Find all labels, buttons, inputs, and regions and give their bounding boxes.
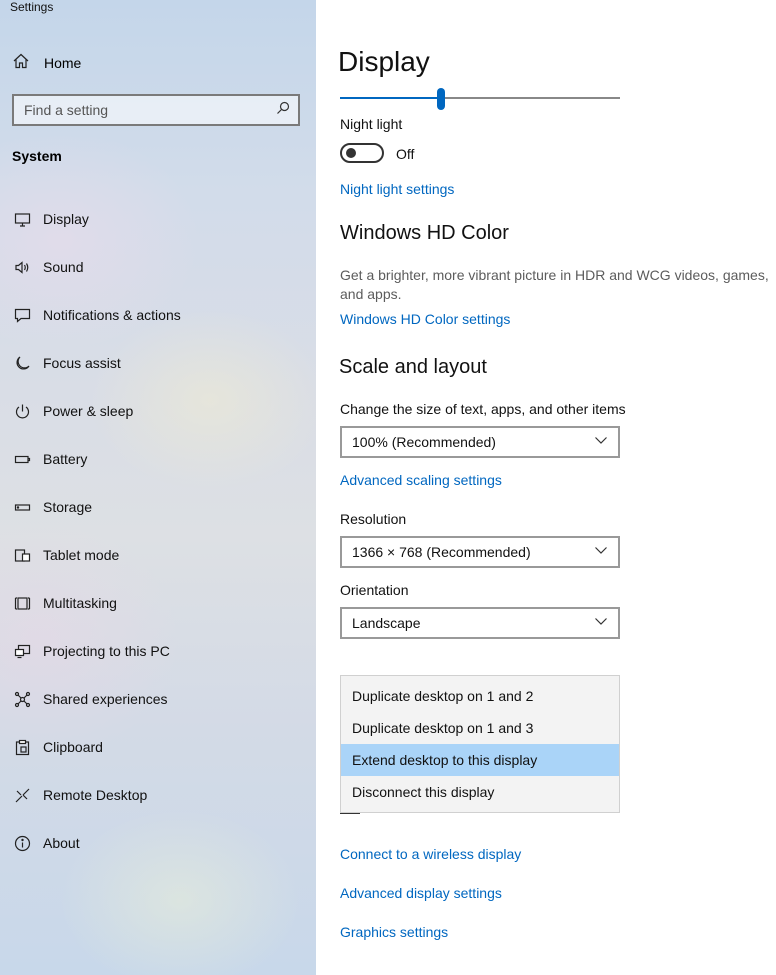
- chevron-down-icon: [594, 433, 608, 452]
- sidebar-item-label: Battery: [43, 451, 88, 467]
- resolution-dropdown-value: 1366 × 768 (Recommended): [352, 544, 531, 560]
- menu-option-extend-desktop[interactable]: Extend desktop to this display: [341, 744, 619, 776]
- section-label: System: [12, 148, 62, 164]
- resolution-label: Resolution: [340, 511, 407, 527]
- info-icon: [12, 833, 32, 853]
- notification-icon: [12, 305, 32, 325]
- sidebar: Settings Home System Display Sound Notif…: [0, 0, 316, 975]
- sidebar-nav: Display Sound Notifications & actions Fo…: [0, 195, 316, 867]
- sidebar-item-focus-assist[interactable]: Focus assist: [0, 339, 316, 387]
- tablet-icon: [12, 545, 32, 565]
- home-label: Home: [44, 55, 82, 71]
- sidebar-item-tablet-mode[interactable]: Tablet mode: [0, 531, 316, 579]
- sidebar-item-shared-experiences[interactable]: Shared experiences: [0, 675, 316, 723]
- graphics-settings-link[interactable]: Graphics settings: [340, 924, 448, 940]
- sidebar-item-projecting[interactable]: Projecting to this PC: [0, 627, 316, 675]
- remote-icon: [12, 785, 32, 805]
- resolution-dropdown[interactable]: 1366 × 768 (Recommended): [340, 536, 620, 568]
- storage-icon: [12, 497, 32, 517]
- orientation-label: Orientation: [340, 582, 409, 598]
- multiple-displays-menu[interactable]: Duplicate desktop on 1 and 2 Duplicate d…: [340, 675, 620, 813]
- sidebar-item-label: Tablet mode: [43, 547, 120, 563]
- sidebar-item-notifications[interactable]: Notifications & actions: [0, 291, 316, 339]
- night-light-settings-link[interactable]: Night light settings: [340, 181, 454, 197]
- sidebar-item-display[interactable]: Display: [0, 195, 316, 243]
- slider-thumb[interactable]: [437, 88, 445, 110]
- power-icon: [12, 401, 32, 421]
- sidebar-item-label: Notifications & actions: [43, 307, 181, 323]
- scale-dropdown[interactable]: 100% (Recommended): [340, 426, 620, 458]
- search-box[interactable]: [12, 94, 300, 126]
- sidebar-item-power-sleep[interactable]: Power & sleep: [0, 387, 316, 435]
- battery-icon: [12, 449, 32, 469]
- scale-layout-heading: Scale and layout: [339, 356, 487, 378]
- advanced-display-settings-link[interactable]: Advanced display settings: [340, 885, 502, 901]
- orientation-dropdown[interactable]: Landscape: [340, 607, 620, 639]
- brightness-slider[interactable]: [340, 88, 620, 110]
- chevron-down-icon: [594, 543, 608, 562]
- advanced-scaling-link[interactable]: Advanced scaling settings: [340, 472, 502, 488]
- home-button[interactable]: Home: [12, 52, 81, 74]
- night-light-toggle[interactable]: [340, 143, 384, 163]
- multitasking-icon: [12, 593, 32, 613]
- moon-icon: [12, 353, 32, 373]
- sidebar-item-label: Focus assist: [43, 355, 121, 371]
- sidebar-item-label: Storage: [43, 499, 93, 515]
- sidebar-item-label: Shared experiences: [43, 691, 168, 707]
- home-icon: [12, 52, 30, 75]
- menu-option-duplicate-1-3[interactable]: Duplicate desktop on 1 and 3: [341, 712, 619, 744]
- sidebar-item-storage[interactable]: Storage: [0, 483, 316, 531]
- sidebar-item-label: About: [43, 835, 80, 851]
- sidebar-item-sound[interactable]: Sound: [0, 243, 316, 291]
- sidebar-item-label: Display: [43, 211, 89, 227]
- menu-option-duplicate-1-2[interactable]: Duplicate desktop on 1 and 2: [341, 680, 619, 712]
- slider-track-filled: [340, 97, 441, 99]
- hd-color-settings-link[interactable]: Windows HD Color settings: [340, 311, 510, 327]
- speaker-icon: [12, 257, 32, 277]
- sidebar-item-remote-desktop[interactable]: Remote Desktop: [0, 771, 316, 819]
- hd-color-heading: Windows HD Color: [340, 222, 509, 244]
- scale-dropdown-value: 100% (Recommended): [352, 434, 496, 450]
- sidebar-item-label: Multitasking: [43, 595, 117, 611]
- night-light-label: Night light: [340, 116, 403, 132]
- search-icon[interactable]: [276, 101, 290, 120]
- night-light-state: Off: [396, 146, 415, 162]
- main-panel: Display Night light Off Night light sett…: [316, 0, 776, 975]
- window-title: Settings: [10, 0, 54, 14]
- shared-icon: [12, 689, 32, 709]
- projecting-icon: [12, 641, 32, 661]
- search-input[interactable]: [24, 102, 276, 118]
- sidebar-item-label: Sound: [43, 259, 84, 275]
- chevron-down-icon: [594, 614, 608, 633]
- scale-size-label: Change the size of text, apps, and other…: [340, 401, 626, 417]
- sidebar-item-battery[interactable]: Battery: [0, 435, 316, 483]
- sidebar-item-label: Power & sleep: [43, 403, 134, 419]
- orientation-dropdown-value: Landscape: [352, 615, 421, 631]
- sidebar-item-label: Remote Desktop: [43, 787, 148, 803]
- toggle-knob: [346, 148, 356, 158]
- slider-track-empty: [441, 97, 620, 99]
- menu-option-disconnect[interactable]: Disconnect this display: [341, 776, 619, 808]
- clipboard-icon: [12, 737, 32, 757]
- monitor-icon: [12, 209, 32, 229]
- sidebar-item-label: Projecting to this PC: [43, 643, 170, 659]
- sidebar-item-about[interactable]: About: [0, 819, 316, 867]
- page-title: Display: [338, 46, 430, 77]
- sidebar-item-clipboard[interactable]: Clipboard: [0, 723, 316, 771]
- sidebar-item-label: Clipboard: [43, 739, 103, 755]
- connect-wireless-display-link[interactable]: Connect to a wireless display: [340, 846, 521, 862]
- sidebar-item-multitasking[interactable]: Multitasking: [0, 579, 316, 627]
- hd-color-description: Get a brighter, more vibrant picture in …: [340, 267, 769, 302]
